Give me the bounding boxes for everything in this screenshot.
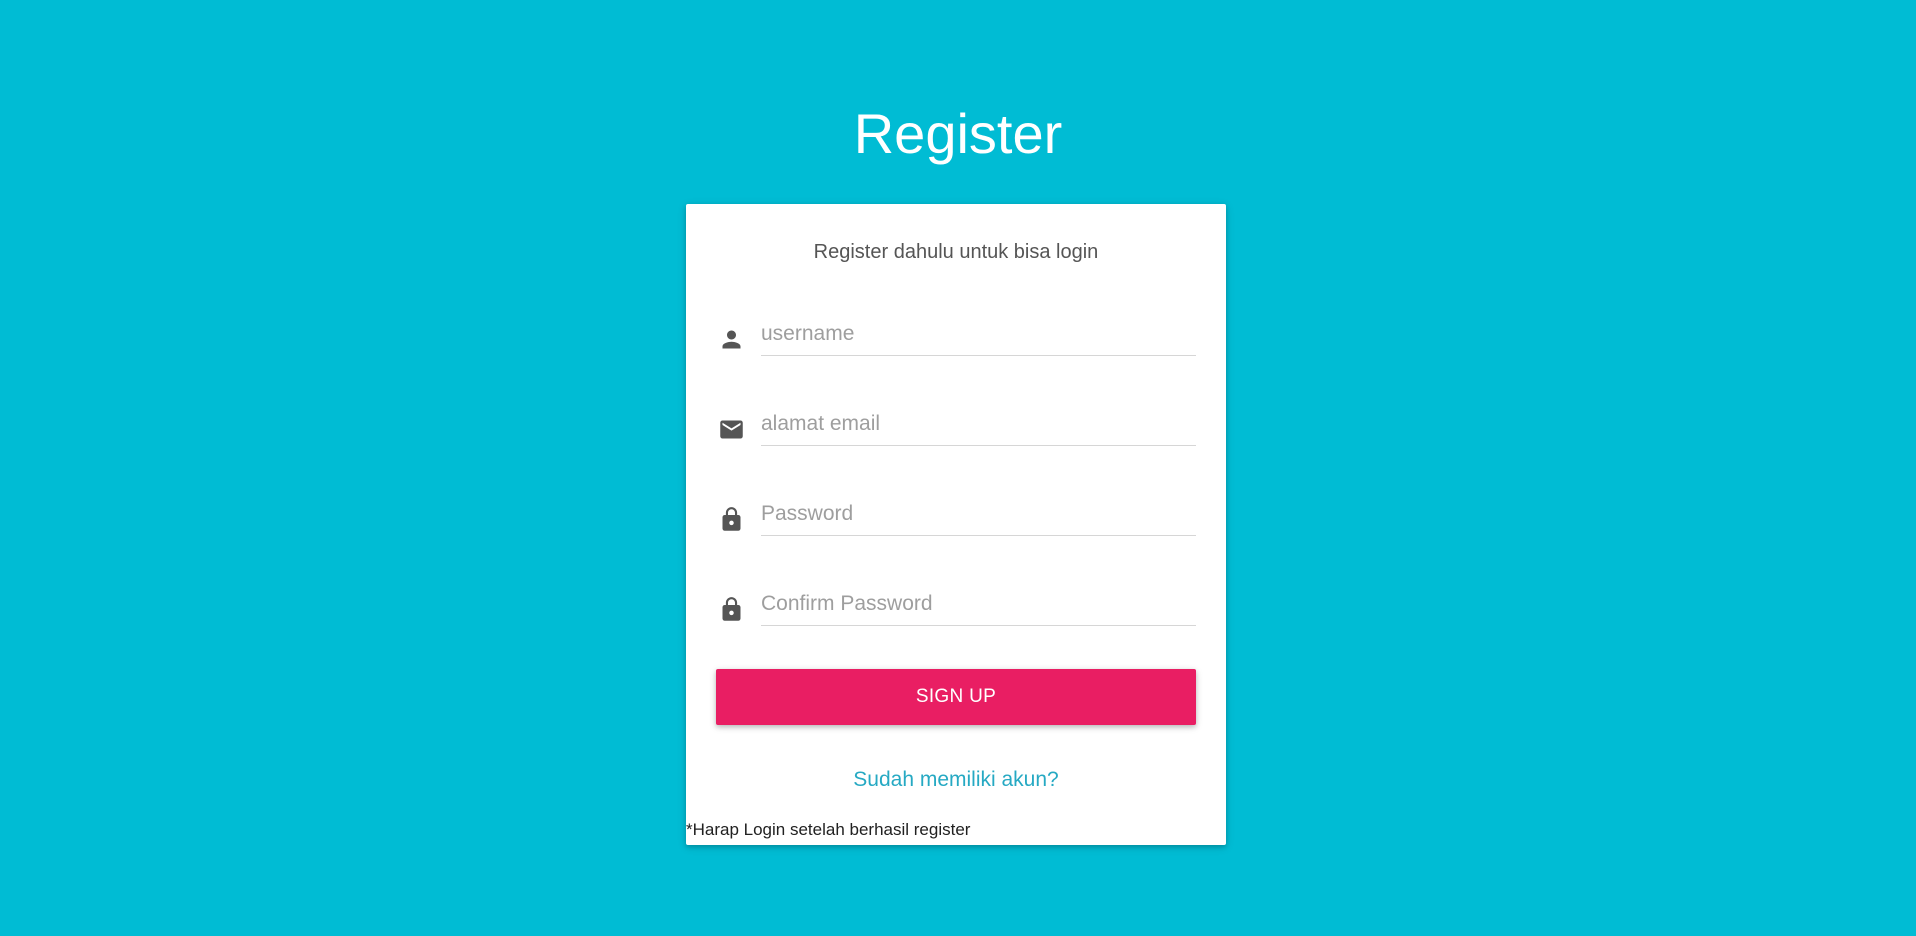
password-input[interactable] [761, 492, 1196, 536]
login-link[interactable]: Sudah memiliki akun? [853, 768, 1058, 791]
email-field-row [716, 390, 1196, 460]
email-icon [716, 414, 746, 444]
person-icon [716, 324, 746, 354]
footnote: *Harap Login setelah berhasil register [686, 820, 971, 839]
page-title: Register [853, 102, 1063, 165]
lock-icon [716, 594, 746, 624]
register-card: Register dahulu untuk bisa login SIGN UP… [686, 204, 1226, 845]
login-link-container: Sudah memiliki akun? [686, 764, 1226, 796]
username-field-row [716, 300, 1196, 370]
confirm-password-field-row [716, 570, 1196, 640]
password-field-row [716, 480, 1196, 550]
signup-button[interactable]: SIGN UP [716, 669, 1196, 725]
username-input[interactable] [761, 312, 1196, 356]
confirm-password-input[interactable] [761, 582, 1196, 626]
email-input[interactable] [761, 402, 1196, 446]
card-subtitle: Register dahulu untuk bisa login [813, 241, 1099, 263]
lock-icon [716, 504, 746, 534]
